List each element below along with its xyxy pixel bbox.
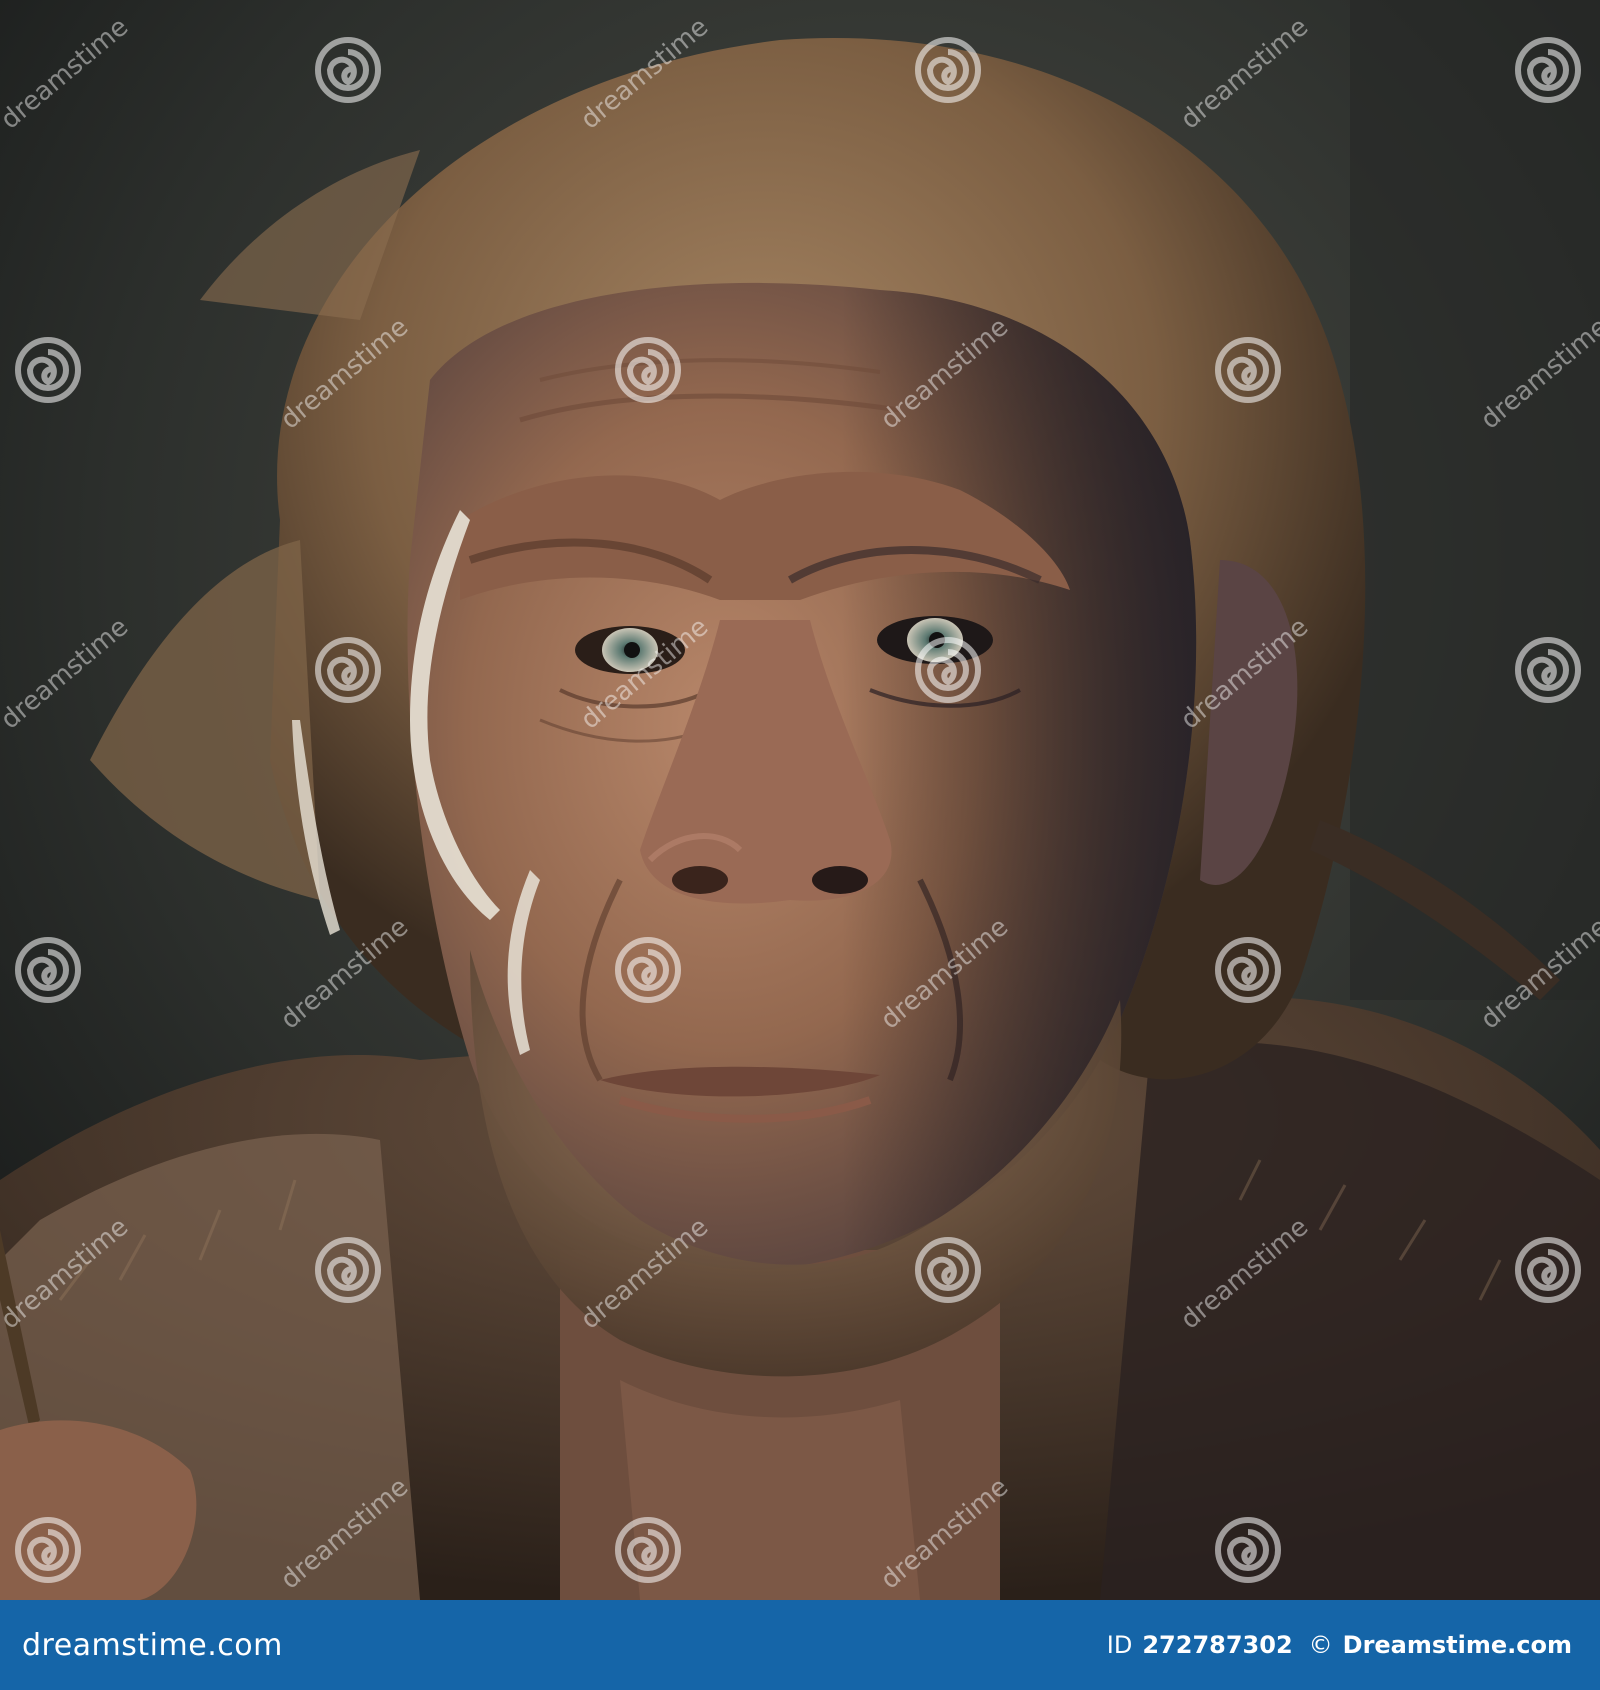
footer-id-label: ID — [1106, 1631, 1133, 1659]
footer-copyright: © — [1308, 1631, 1333, 1659]
photo — [0, 0, 1600, 1600]
footer-id-block: ID 272787302 © Dreamstime.com — [1107, 1600, 1572, 1690]
footer-bar: dreamstime.com ID 272787302 © Dreamstime… — [0, 1600, 1600, 1690]
footer-id-value: 272787302 — [1142, 1631, 1293, 1659]
footer-site-label[interactable]: dreamstime.com — [22, 1628, 283, 1663]
photo-illustration — [0, 0, 1600, 1600]
footer-brand[interactable]: Dreamstime.com — [1343, 1631, 1572, 1659]
footer-site[interactable]: dreamstime.com — [22, 1600, 283, 1690]
